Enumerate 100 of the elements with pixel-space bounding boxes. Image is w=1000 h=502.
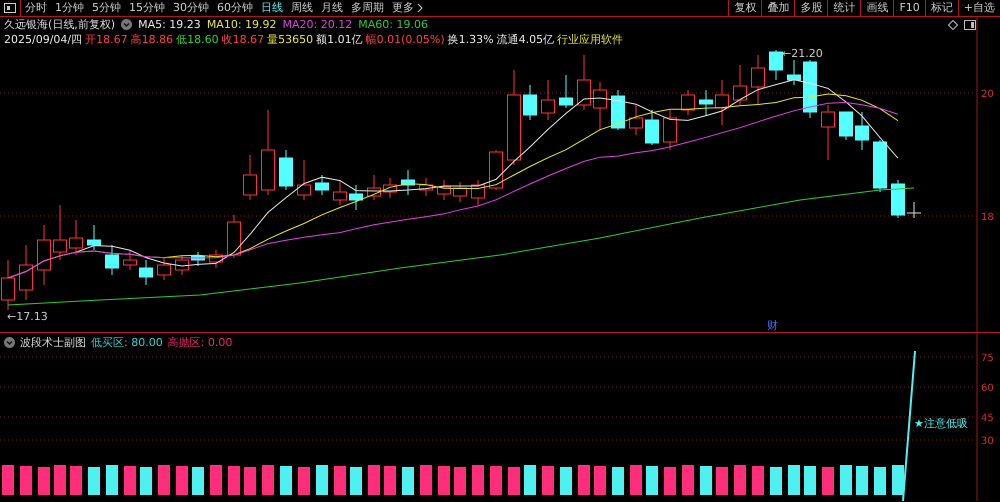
quote-field: 量53650	[267, 32, 314, 47]
candlestick	[593, 82, 607, 130]
candlestick	[53, 204, 67, 260]
candlestick	[629, 104, 643, 136]
moving-average-value: MA5: 19.23	[138, 18, 201, 31]
candlestick	[69, 220, 83, 256]
period-tab[interactable]: 周线	[287, 0, 317, 16]
candlestick	[733, 64, 747, 106]
panel-toggle-icon[interactable]	[964, 20, 976, 30]
panel-toggle-icon[interactable]	[4, 3, 16, 13]
candlestick	[559, 74, 573, 108]
candlestick	[123, 250, 137, 270]
candlestick	[315, 174, 329, 196]
toolbar-button[interactable]: 复权	[728, 0, 762, 16]
period-tab[interactable]: 30分钟	[169, 0, 213, 16]
period-tab[interactable]: 多周期	[347, 0, 388, 16]
candlestick	[645, 110, 659, 146]
moving-average-value: MA10: 19.92	[206, 18, 277, 31]
period-tab[interactable]: 1分钟	[51, 0, 88, 16]
axis-label: 30	[981, 436, 994, 447]
quote-field: 2025/09/04/四	[4, 32, 82, 47]
moving-average-value: MA20: 20.12	[282, 18, 352, 31]
toolbar-button[interactable]: F10	[893, 0, 925, 16]
dropdown-icon[interactable]	[121, 19, 132, 30]
toolbar-button[interactable]: 统计	[827, 0, 860, 16]
period-tab[interactable]: 5分钟	[88, 0, 125, 16]
quote-field: 行业应用软件	[557, 32, 624, 47]
candlestick	[243, 154, 257, 200]
candlestick	[577, 54, 591, 110]
candlestick	[751, 54, 765, 106]
candlestick	[87, 224, 101, 250]
candlestick	[175, 254, 189, 276]
candlestick	[279, 150, 293, 190]
diamond-icon[interactable]	[948, 20, 958, 30]
candlestick	[191, 252, 205, 266]
candlestick	[19, 244, 33, 300]
period-tab[interactable]: 15分钟	[125, 0, 169, 16]
candlestick	[787, 60, 801, 86]
candlestick	[37, 224, 51, 286]
candlestick	[209, 250, 223, 268]
candlestick	[699, 90, 713, 116]
period-tab[interactable]: 日线	[257, 0, 287, 16]
crosshair-candlestick	[906, 202, 922, 218]
quote-field: 收18.67	[222, 32, 264, 47]
candlestick	[769, 50, 783, 80]
period-tab[interactable]: 更多	[388, 0, 418, 16]
quote-field: 开18.67	[85, 32, 128, 47]
candlestick	[105, 244, 119, 276]
candlestick	[383, 178, 397, 198]
dropdown-icon[interactable]	[4, 337, 15, 348]
candlestick	[453, 182, 467, 202]
axis-label: 75	[981, 353, 994, 364]
candlestick	[839, 112, 853, 140]
candlestick	[821, 104, 835, 160]
candlestick	[297, 160, 311, 200]
toolbar-button[interactable]: +自选	[958, 0, 1000, 16]
candlestick	[611, 90, 625, 130]
toolbar-button[interactable]: 画线	[860, 0, 894, 16]
axis-label: 20	[981, 89, 994, 100]
quote-field: 额1.01亿	[316, 32, 363, 47]
period-tab[interactable]: 分时	[21, 0, 51, 16]
candlestick	[419, 178, 433, 196]
axis-label: 18	[981, 212, 994, 223]
candlestick	[891, 180, 905, 218]
candlestick	[367, 174, 381, 200]
candlestick	[471, 180, 485, 206]
candlestick	[333, 180, 347, 206]
candlestick	[873, 140, 887, 192]
candlestick	[139, 260, 153, 286]
candlestick	[437, 180, 451, 200]
candlestick	[541, 80, 555, 120]
period-tab[interactable]: 月线	[317, 0, 347, 16]
event-marker: 财	[767, 319, 778, 332]
candlestick	[715, 80, 729, 126]
axis-label: 45	[981, 413, 994, 424]
candlestick	[349, 184, 363, 210]
axis-label: 60	[981, 383, 994, 394]
quote-field: 高18.86	[130, 32, 174, 47]
low-price-marker: ←17.13	[7, 310, 48, 323]
chevron-right-icon[interactable]	[417, 3, 423, 13]
quote-field: 换1.33%	[448, 32, 494, 47]
toolbar-button[interactable]: 叠加	[761, 0, 794, 16]
candlestick	[681, 90, 695, 116]
candlestick	[855, 112, 869, 150]
indicator-value: 高抛区: 0.00	[168, 335, 232, 350]
toolbar-button[interactable]: 多股	[794, 0, 828, 16]
toolbar-button[interactable]: 标记	[924, 0, 958, 16]
quote-field: 流通4.05亿	[496, 32, 554, 47]
candlestick	[157, 258, 171, 280]
signal-label: ★注意低吸	[914, 417, 968, 430]
moving-average-value: MA60: 19.06	[358, 18, 428, 31]
candlestick	[803, 60, 817, 118]
candlestick	[227, 214, 241, 258]
candlestick	[663, 110, 677, 150]
stock-title: 久远银海(日线,前复权)	[4, 17, 116, 32]
indicator-title: 波段术士副图	[20, 335, 86, 350]
period-tab[interactable]: 60分钟	[213, 0, 257, 16]
candlestick	[401, 170, 415, 196]
candlestick	[489, 150, 503, 190]
quote-field: 低18.60	[176, 32, 219, 47]
